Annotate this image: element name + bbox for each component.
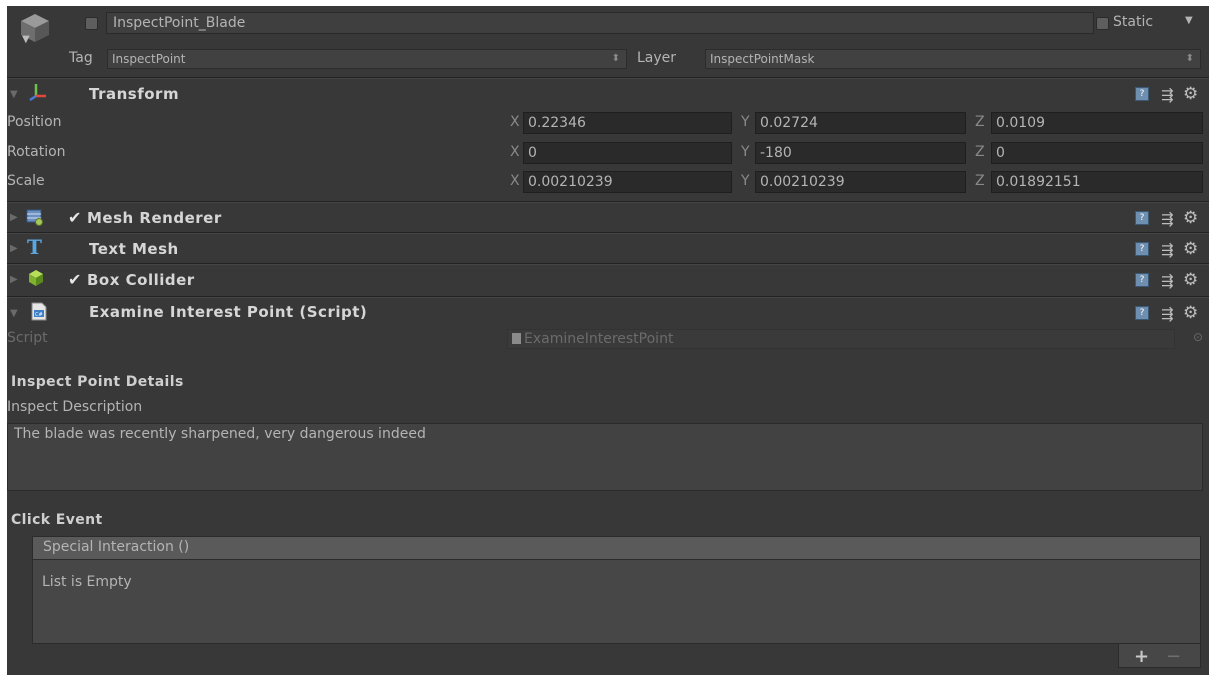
box-collider-foldout-arrow[interactable]: ▶ <box>10 274 18 285</box>
script-header-icons: ? ⇶ ⚙ <box>1135 303 1205 323</box>
position-z-axis-label[interactable]: Z <box>975 114 985 130</box>
transform-header-icons: ? ⇶ ⚙ <box>1135 84 1205 104</box>
box-collider-title[interactable]: Box Collider <box>87 271 195 289</box>
script-label: Script <box>7 330 48 346</box>
event-header-label: Special Interaction () <box>43 539 190 555</box>
gameobject-foldout-arrow[interactable]: ▼ <box>22 34 30 45</box>
script-file-icon <box>512 333 521 344</box>
static-dropdown-arrow[interactable]: ▼ <box>1185 15 1193 26</box>
tag-label: Tag <box>69 50 93 66</box>
script-component-title[interactable]: Examine Interest Point (Script) <box>89 303 367 321</box>
scale-label: Scale <box>7 173 45 189</box>
layer-dropdown-arrow: ⬍ <box>1185 53 1194 64</box>
preset-sliders-icon[interactable]: ⇶ <box>1161 272 1174 290</box>
help-book-icon[interactable]: ? <box>1135 273 1149 287</box>
layer-label: Layer <box>637 50 677 66</box>
gear-icon[interactable]: ⚙ <box>1183 239 1198 259</box>
add-event-button[interactable]: + <box>1134 646 1149 667</box>
rotation-x-axis-label[interactable]: X <box>510 144 520 160</box>
transform-axes-icon <box>28 81 48 102</box>
rotation-label: Rotation <box>7 144 66 160</box>
position-x-field[interactable]: 0.22346 <box>523 112 732 134</box>
rotation-z-field[interactable]: 0 <box>991 142 1203 164</box>
preset-sliders-icon[interactable]: ⇶ <box>1161 86 1174 104</box>
tag-dropdown-arrow: ⬍ <box>611 53 620 64</box>
preset-sliders-icon[interactable]: ⇶ <box>1161 305 1174 323</box>
scale-z-axis-label[interactable]: Z <box>975 173 985 189</box>
object-picker-icon: ⊙ <box>1193 330 1204 344</box>
preset-sliders-icon[interactable]: ⇶ <box>1161 241 1174 259</box>
gear-icon[interactable]: ⚙ <box>1183 208 1198 228</box>
box-collider-enabled-checkbox[interactable]: ✔ <box>68 272 81 288</box>
rotation-z-axis-label[interactable]: Z <box>975 144 985 160</box>
event-list-empty-text: List is Empty <box>42 574 132 590</box>
transform-foldout-arrow[interactable]: ▼ <box>10 89 18 100</box>
text-mesh-header-icons: ? ⇶ ⚙ <box>1135 239 1205 259</box>
mesh-renderer-foldout-arrow[interactable]: ▶ <box>10 212 18 223</box>
event-list-footer: + − <box>1118 644 1201 668</box>
position-x-axis-label[interactable]: X <box>510 114 520 130</box>
csharp-script-icon: C# <box>31 302 47 321</box>
position-y-axis-label[interactable]: Y <box>741 114 750 130</box>
position-y-field[interactable]: 0.02724 <box>755 112 966 134</box>
script-value: ExamineInterestPoint <box>524 331 674 347</box>
layer-dropdown[interactable]: InspectPointMask ⬍ <box>705 49 1201 69</box>
static-checkbox[interactable] <box>1096 17 1109 30</box>
scale-x-axis-label[interactable]: X <box>510 173 520 189</box>
tag-dropdown[interactable]: InspectPoint ⬍ <box>107 49 627 69</box>
mesh-renderer-title[interactable]: Mesh Renderer <box>87 209 222 227</box>
inspect-description-label: Inspect Description <box>7 399 143 415</box>
transform-title[interactable]: Transform <box>89 85 179 103</box>
box-collider-header-icons: ? ⇶ ⚙ <box>1135 270 1205 290</box>
gear-icon[interactable]: ⚙ <box>1183 270 1198 290</box>
rotation-y-axis-label[interactable]: Y <box>741 144 750 160</box>
mesh-renderer-icon <box>26 208 44 226</box>
scale-z-field[interactable]: 0.01892151 <box>991 171 1203 193</box>
layer-value: InspectPointMask <box>710 52 815 66</box>
inspect-point-details-header: Inspect Point Details <box>11 374 184 390</box>
gear-icon[interactable]: ⚙ <box>1183 84 1198 104</box>
text-mesh-foldout-arrow[interactable]: ▶ <box>10 243 18 254</box>
text-mesh-T-icon: T <box>27 235 42 259</box>
scale-x-field[interactable]: 0.00210239 <box>523 171 732 193</box>
help-book-icon[interactable]: ? <box>1135 211 1149 225</box>
inspect-description-textarea[interactable]: The blade was recently sharpened, very d… <box>7 423 1203 491</box>
rotation-x-field[interactable]: 0 <box>523 142 732 164</box>
object-name-field[interactable]: InspectPoint_Blade <box>106 12 1094 34</box>
mesh-renderer-header-icons: ? ⇶ ⚙ <box>1135 208 1205 228</box>
preset-sliders-icon[interactable]: ⇶ <box>1161 210 1174 228</box>
active-checkbox[interactable] <box>85 17 98 30</box>
script-foldout-arrow[interactable]: ▼ <box>10 308 18 319</box>
tag-value: InspectPoint <box>112 52 186 66</box>
event-header-bar: Special Interaction () <box>32 536 1201 560</box>
click-event-header: Click Event <box>11 512 103 528</box>
inspect-description-value: The blade was recently sharpened, very d… <box>14 426 426 442</box>
text-mesh-title[interactable]: Text Mesh <box>89 240 179 258</box>
static-label[interactable]: Static <box>1113 14 1153 30</box>
box-collider-icon <box>27 269 45 287</box>
event-list-body: List is Empty <box>32 560 1201 644</box>
rotation-y-field[interactable]: -180 <box>755 142 966 164</box>
svg-text:C#: C# <box>35 312 43 318</box>
help-book-icon[interactable]: ? <box>1135 306 1149 320</box>
mesh-renderer-enabled-checkbox[interactable]: ✔ <box>68 210 81 226</box>
gear-icon[interactable]: ⚙ <box>1183 303 1198 323</box>
help-book-icon[interactable]: ? <box>1135 242 1149 256</box>
help-book-icon[interactable]: ? <box>1135 87 1149 101</box>
script-object-field: ExamineInterestPoint <box>507 329 1175 349</box>
scale-y-axis-label[interactable]: Y <box>741 173 750 189</box>
scale-y-field[interactable]: 0.00210239 <box>755 171 966 193</box>
inspector-panel: ▼ InspectPoint_Blade Static ▼ Tag Inspec… <box>7 6 1209 675</box>
position-z-field[interactable]: 0.0109 <box>991 112 1203 134</box>
remove-event-button[interactable]: − <box>1166 646 1181 667</box>
position-label: Position <box>7 114 62 130</box>
